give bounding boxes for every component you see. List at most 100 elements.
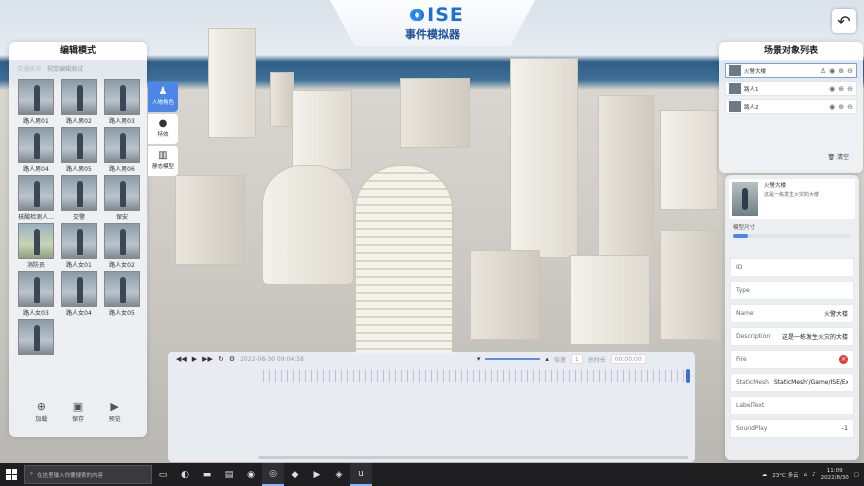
prop-value[interactable]: -1: [774, 425, 848, 432]
zoom-out-icon[interactable]: ▾: [477, 355, 481, 363]
character-label: 核酸检测人...: [18, 214, 54, 221]
playhead[interactable]: [686, 369, 690, 383]
building: [598, 95, 654, 260]
visibility-icon[interactable]: ◉: [829, 67, 835, 75]
remove-icon[interactable]: ⊖: [847, 85, 853, 93]
object-row[interactable]: 路人2 ◉ ⊕ ⊖: [725, 99, 857, 114]
prop-value[interactable]: 火警大楼: [774, 309, 848, 318]
object-name: 路人2: [744, 104, 759, 111]
character-thumbnail: [104, 79, 140, 115]
timeline-scrollbar[interactable]: [258, 456, 688, 459]
character-item[interactable]: 路人女04: [60, 271, 98, 317]
app-icon[interactable]: ◆: [284, 463, 306, 486]
loop-icon[interactable]: ↻: [218, 355, 224, 363]
app-header: ISE 事件模拟器: [330, 0, 535, 46]
character-label: 保安: [115, 214, 128, 221]
object-row[interactable]: 路人1 ◉ ⊕ ⊖: [725, 81, 857, 96]
character-item[interactable]: 路人女03: [17, 271, 55, 317]
character-item[interactable]: 路人男03: [103, 79, 141, 125]
settings-icon[interactable]: ⚙: [229, 355, 235, 363]
zoom-slider[interactable]: [485, 358, 541, 360]
sub-tab[interactable]: 视觉编辑测试: [47, 64, 83, 73]
tab-label: 静态模型: [151, 164, 174, 170]
unreal-app-icon[interactable]: ◎: [262, 463, 284, 486]
prop-row[interactable]: Description 这是一栋发生火灾的大楼: [730, 327, 854, 346]
character-item[interactable]: 路人男06: [103, 127, 141, 173]
windows-start-button[interactable]: [0, 463, 22, 486]
character-item[interactable]: 保安: [103, 175, 141, 221]
tab-static-models[interactable]: ▥ 静态模型: [148, 146, 178, 176]
play-icon[interactable]: ▶: [192, 355, 197, 363]
character-item[interactable]: 路人男02: [60, 79, 98, 125]
visibility-icon[interactable]: ◉: [829, 103, 835, 111]
tab-characters[interactable]: ♟ 人物角色: [148, 82, 178, 112]
save-button[interactable]: ▣ 保存: [72, 400, 84, 423]
add-icon[interactable]: ⊕: [838, 67, 844, 75]
prop-key: SoundPlay: [736, 425, 768, 432]
edge-browser-icon[interactable]: ◐: [174, 463, 196, 486]
task-view-icon[interactable]: ▭: [152, 463, 174, 486]
logo-text: ISE: [427, 4, 464, 26]
vscode-icon[interactable]: ◈: [328, 463, 350, 486]
prop-row[interactable]: SoundPlay -1: [730, 419, 854, 438]
character-item[interactable]: 路人女05: [103, 271, 141, 317]
preview-button[interactable]: ▶ 预览: [109, 400, 121, 423]
prop-value[interactable]: 这是一栋发生火灾的大楼: [774, 332, 848, 341]
prop-row[interactable]: Type: [730, 281, 854, 300]
unreal-editor-icon[interactable]: u: [350, 463, 372, 486]
sub-tab[interactable]: 交通状况: [17, 64, 41, 73]
add-icon[interactable]: ⊕: [838, 85, 844, 93]
character-item[interactable]: 消防员: [17, 223, 55, 269]
character-item[interactable]: [17, 319, 55, 356]
detail-header: 火警大楼 这是一栋发生火灾的大楼: [729, 179, 855, 219]
volume-icon[interactable]: ♪: [812, 472, 816, 478]
clear-button[interactable]: 🗑 清空: [827, 152, 849, 161]
prop-row[interactable]: Name 火警大楼: [730, 304, 854, 323]
person-icon[interactable]: ♙: [820, 67, 826, 75]
character-thumbnail: [18, 319, 54, 355]
timeline-ruler[interactable]: [263, 370, 688, 382]
add-icon[interactable]: ⊕: [838, 103, 844, 111]
visibility-icon[interactable]: ◉: [829, 85, 835, 93]
speed-input[interactable]: 1: [570, 354, 583, 364]
zoom-in-icon[interactable]: ▴: [545, 355, 549, 363]
taskbar-search[interactable]: ⌕ 在这里输入你要搜索的内容: [24, 465, 152, 484]
network-icon[interactable]: ⌂: [804, 472, 808, 478]
back-button[interactable]: ↶: [832, 9, 856, 33]
search-placeholder: 在这里输入你要搜索的内容: [37, 472, 104, 479]
prop-row[interactable]: LabelText: [730, 396, 854, 415]
prop-row[interactable]: ID: [730, 258, 854, 277]
prop-row[interactable]: Fire ×: [730, 350, 854, 369]
character-item[interactable]: 交警: [60, 175, 98, 221]
step-forward-icon[interactable]: ▶▶: [202, 355, 213, 363]
scale-slider[interactable]: [733, 234, 851, 238]
load-button[interactable]: ⊕ 加载: [35, 400, 47, 423]
remove-icon[interactable]: ⊖: [847, 67, 853, 75]
character-label: 路人女01: [66, 262, 92, 269]
character-item[interactable]: 核酸检测人...: [17, 175, 55, 221]
prop-value[interactable]: StaticMesh'/Game/ISE/Exa: [774, 379, 848, 386]
object-row[interactable]: 火警大楼 ♙ ◉ ⊕ ⊖: [725, 63, 857, 78]
tab-effects[interactable]: ● 特效: [148, 114, 178, 144]
tab-label: 特效: [157, 132, 169, 138]
character-item[interactable]: 路人女02: [103, 223, 141, 269]
step-back-icon[interactable]: ◀◀: [176, 355, 187, 363]
close-icon[interactable]: ×: [839, 355, 848, 364]
save-label: 保存: [71, 416, 84, 423]
file-explorer-icon[interactable]: ▬: [196, 463, 218, 486]
character-label: 路人女02: [109, 262, 135, 269]
visual-studio-icon[interactable]: ▶: [306, 463, 328, 486]
character-item[interactable]: 路人男01: [17, 79, 55, 125]
character-item[interactable]: 路人男04: [17, 127, 55, 173]
remove-icon[interactable]: ⊖: [847, 103, 853, 111]
character-item[interactable]: 路人女01: [60, 223, 98, 269]
character-thumbnail: [61, 79, 97, 115]
store-icon[interactable]: ▤: [218, 463, 240, 486]
object-name: 火警大楼: [744, 68, 767, 75]
prop-row[interactable]: StaticMesh StaticMesh'/Game/ISE/Exa: [730, 373, 854, 392]
chrome-icon[interactable]: ◉: [240, 463, 262, 486]
clock[interactable]: 11:09 2022/8/30: [821, 468, 849, 482]
frame-input[interactable]: 00:00:00: [610, 354, 646, 364]
character-item[interactable]: 路人男05: [60, 127, 98, 173]
notification-icon[interactable]: ▢: [854, 472, 859, 478]
